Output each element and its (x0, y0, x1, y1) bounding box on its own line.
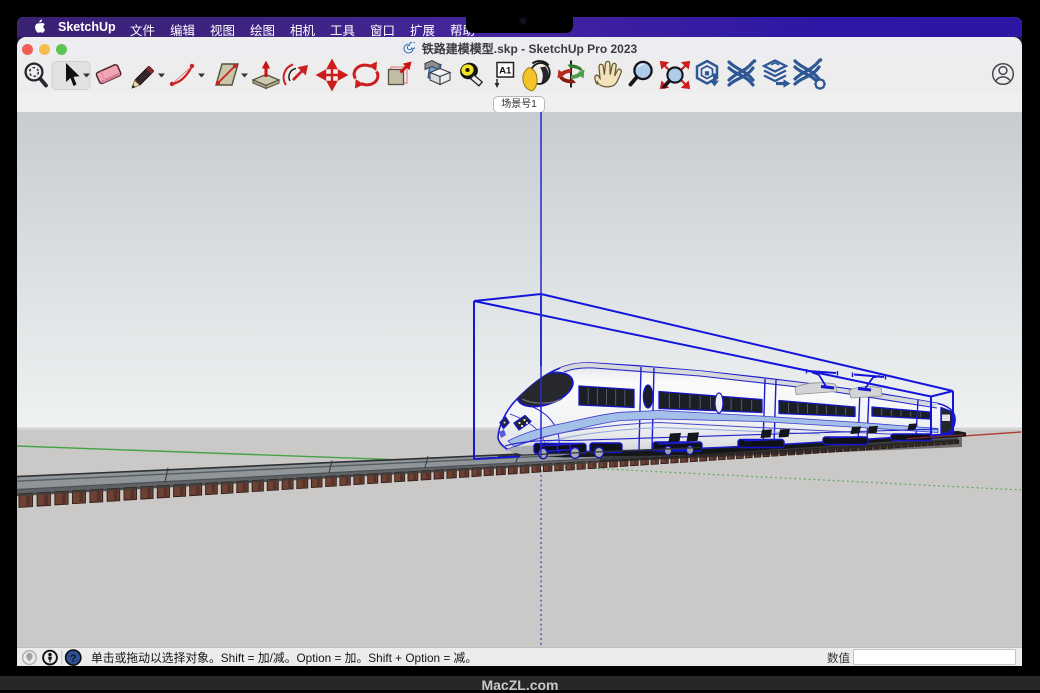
svg-text:A1: A1 (499, 66, 512, 77)
svg-text:?: ? (70, 653, 77, 665)
svg-text:单击或拖动以选择对象。Shift = 加/减。Option: 单击或拖动以选择对象。Shift = 加/减。Option = 加。Shift … (91, 651, 477, 665)
